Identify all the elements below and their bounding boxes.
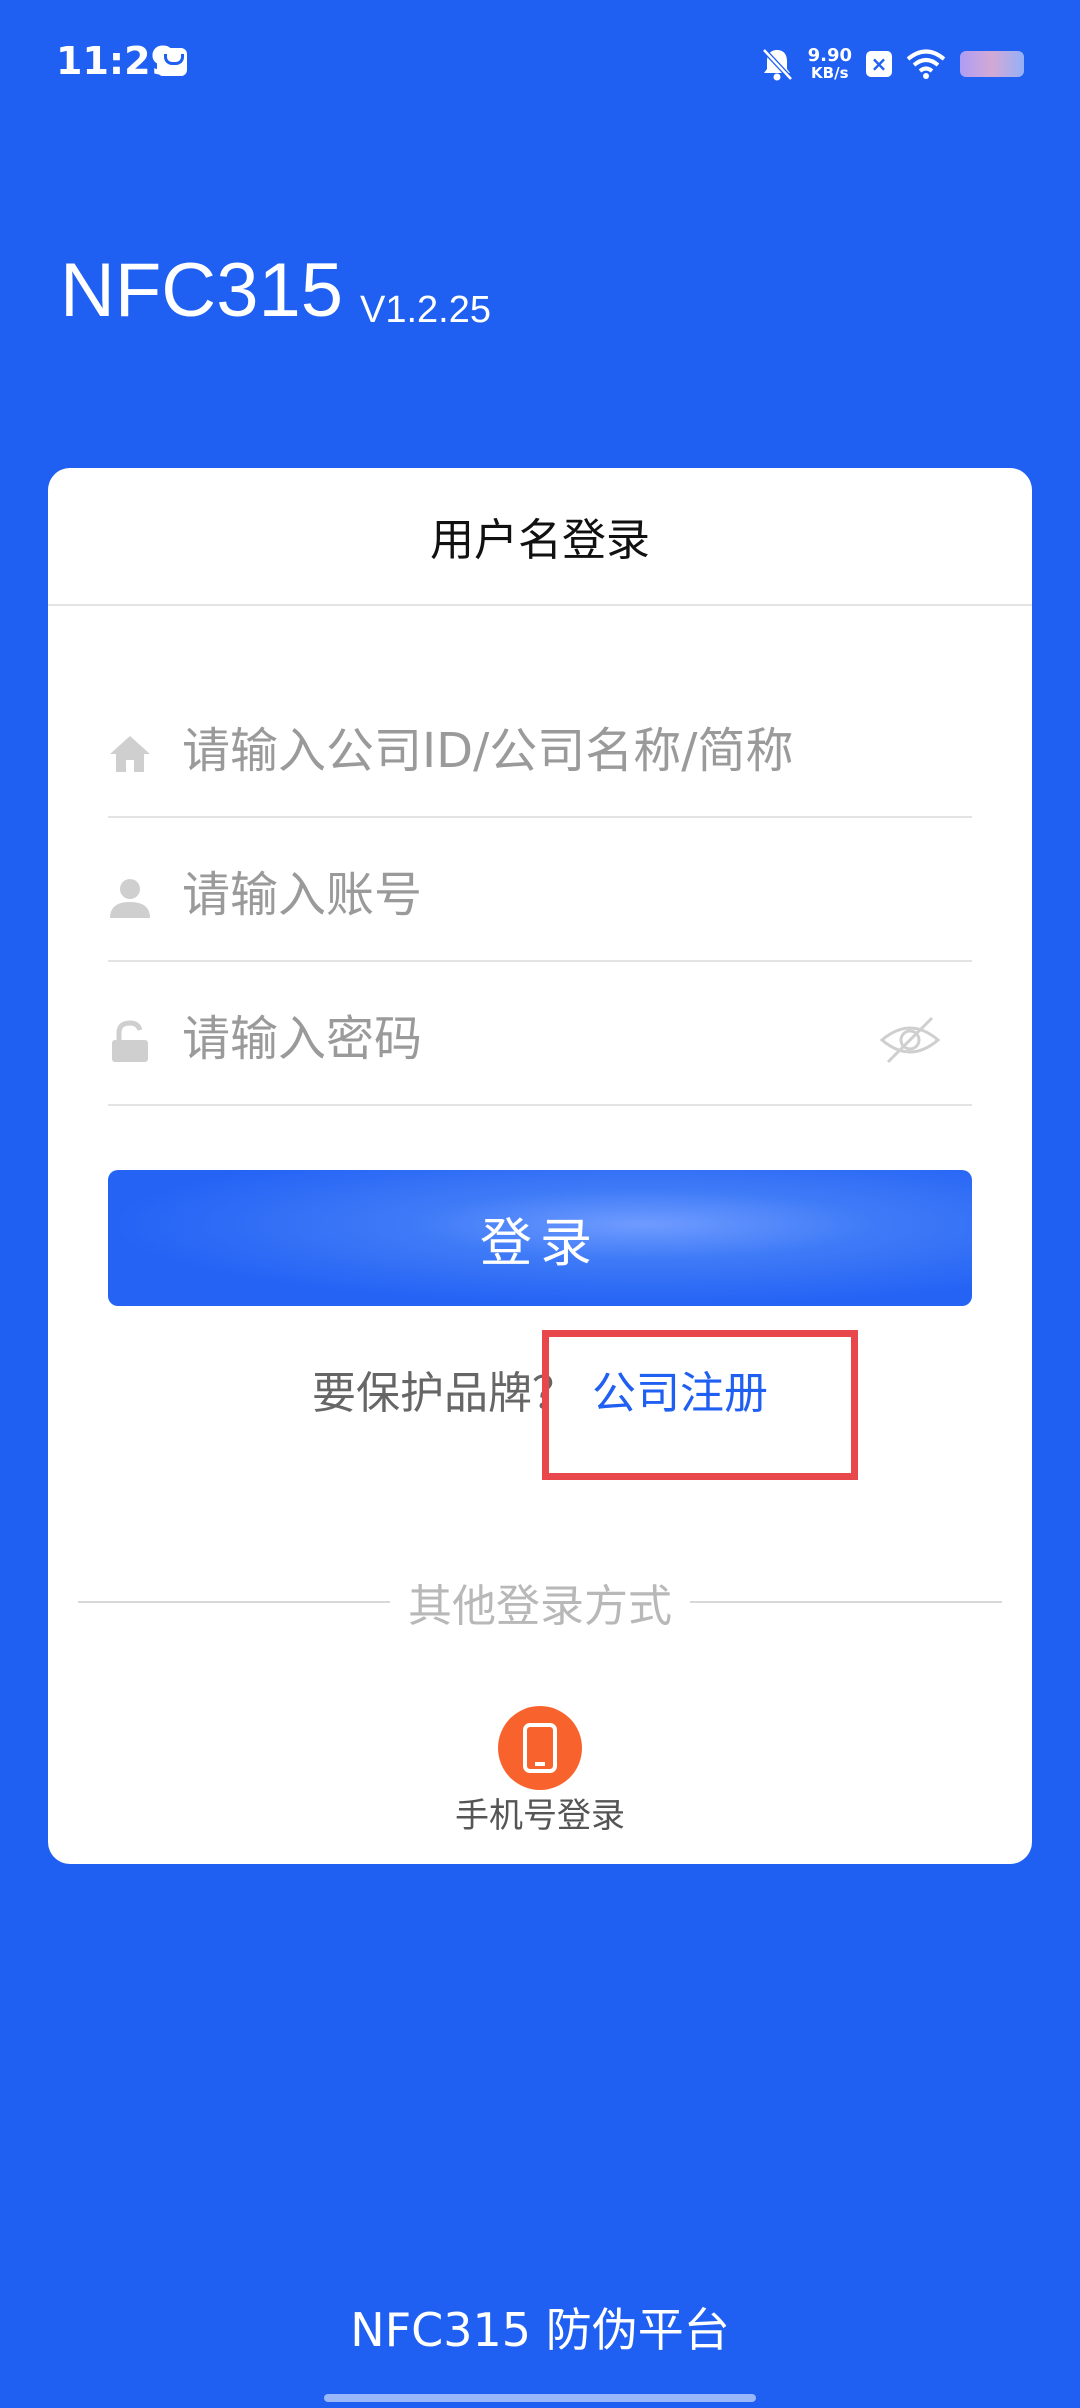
register-prompt: 要保护品牌？ [312, 1368, 576, 1419]
company-input[interactable] [182, 716, 882, 786]
password-field [108, 962, 972, 1106]
phone-icon [523, 1723, 557, 1773]
password-input[interactable] [182, 1004, 882, 1074]
user-icon [110, 879, 150, 918]
app-version: V1.2.25 [360, 289, 491, 331]
status-icons: 9.90 KB/s × [760, 40, 1024, 88]
account-field [108, 818, 972, 962]
home-indicator[interactable] [324, 2394, 756, 2402]
network-speed-unit: KB/s [811, 64, 849, 82]
other-login-label: 其他登录方式 [408, 1581, 672, 1632]
network-speed: 9.90 KB/s [807, 45, 852, 82]
divider-line-left [78, 1601, 390, 1603]
status-bar: 11:29 9.90 KB/s × [0, 0, 1080, 128]
login-card: 用户名登录 登录 要保护品牌？公司注册 [48, 468, 1032, 1864]
footer-platform-name: NFC315 防伪平台 [350, 2303, 730, 2357]
login-button[interactable]: 登录 [108, 1170, 972, 1306]
account-input[interactable] [182, 860, 882, 930]
phone-login-icon-circle[interactable] [498, 1706, 582, 1790]
phone-login-button[interactable]: 手机号登录 [440, 1706, 640, 1838]
app-title: NFC315 [60, 248, 343, 333]
company-field [108, 674, 972, 818]
wifi-icon [906, 49, 946, 79]
other-login-divider: 其他登录方式 [78, 1572, 1002, 1632]
battery-icon [960, 51, 1024, 77]
highlight-annotation-box [542, 1330, 858, 1480]
network-speed-value: 9.90 [807, 45, 852, 66]
mute-bell-icon [761, 48, 793, 81]
divider-line-right [690, 1601, 1002, 1603]
phone-login-label[interactable]: 手机号登录 [455, 1794, 625, 1838]
eye-off-icon[interactable] [878, 1008, 942, 1072]
register-row: 要保护品牌？ 公司注册 [48, 1364, 1032, 1424]
lock-icon [112, 1020, 148, 1062]
mail-notification-icon [157, 48, 187, 76]
sim-x-icon: × [866, 51, 892, 77]
login-card-header: 用户名登录 [48, 468, 1032, 606]
home-icon [110, 736, 150, 772]
